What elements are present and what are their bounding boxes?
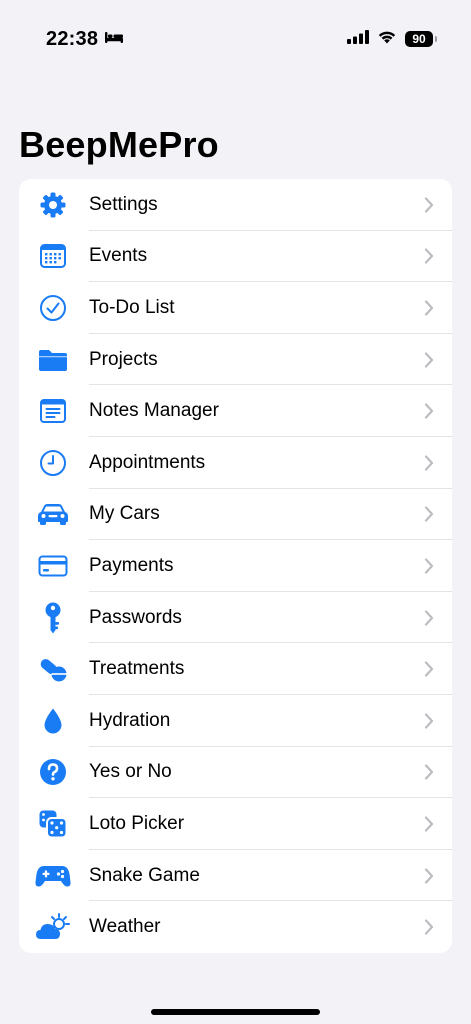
car-icon bbox=[35, 498, 71, 530]
battery-tip bbox=[435, 36, 437, 42]
menu-item-label: Settings bbox=[89, 193, 158, 215]
key-icon bbox=[35, 602, 71, 634]
menu-item-label: Payments bbox=[89, 554, 174, 576]
chevron-right-icon bbox=[424, 351, 434, 368]
menu-item-label: Loto Picker bbox=[89, 812, 185, 834]
chevron-right-icon bbox=[424, 816, 434, 832]
menu-item-payments[interactable]: Payments bbox=[19, 540, 452, 592]
chevron-right-icon bbox=[424, 558, 434, 574]
chevron-right-icon bbox=[424, 300, 434, 316]
menu-item-label: My Cars bbox=[89, 503, 160, 525]
status-bar: 22:38 90 bbox=[0, 0, 471, 76]
menu-item-my-cars[interactable]: My Cars bbox=[19, 489, 452, 541]
menu-item-settings[interactable]: Settings bbox=[19, 179, 452, 231]
battery-indicator: 90 bbox=[405, 31, 437, 47]
menu-item-loto-picker[interactable]: Loto Picker bbox=[19, 798, 452, 850]
menu-item-notes-manager[interactable]: Notes Manager bbox=[19, 385, 452, 437]
status-right-group: 90 bbox=[347, 28, 437, 50]
clock-icon bbox=[35, 447, 71, 479]
chevron-right-icon bbox=[424, 609, 434, 626]
calendar-icon bbox=[35, 240, 71, 272]
notes-icon bbox=[35, 395, 71, 427]
credit-card-icon bbox=[35, 550, 71, 582]
menu-item-label: Weather bbox=[89, 916, 161, 938]
folder-icon bbox=[35, 344, 71, 376]
menu-item-weather[interactable]: Weather bbox=[19, 901, 452, 953]
menu-item-label: Appointments bbox=[89, 451, 206, 473]
menu-item-label: Snake Game bbox=[89, 864, 200, 886]
chevron-right-icon bbox=[424, 764, 434, 780]
menu-item-label: Projects bbox=[89, 348, 158, 370]
menu-item-label: Treatments bbox=[89, 658, 185, 680]
status-time-group: 22:38 bbox=[46, 26, 124, 52]
bed-icon bbox=[104, 30, 124, 49]
chevron-right-icon bbox=[424, 867, 434, 884]
pills-icon bbox=[35, 653, 71, 685]
menu-item-appointments[interactable]: Appointments bbox=[19, 437, 452, 489]
chevron-right-icon bbox=[424, 403, 434, 419]
chevron-right-icon bbox=[424, 919, 434, 935]
menu-item-label: Yes or No bbox=[89, 761, 172, 783]
status-time: 22:38 bbox=[46, 27, 99, 50]
menu-item-label: Events bbox=[89, 245, 148, 267]
menu-item-projects[interactable]: Projects bbox=[19, 334, 452, 386]
chevron-right-icon bbox=[424, 713, 434, 729]
menu-list: Settings Events To-Do List Projects Note… bbox=[19, 179, 452, 953]
menu-item-snake-game[interactable]: Snake Game bbox=[19, 850, 452, 902]
chevron-right-icon bbox=[424, 248, 434, 264]
menu-item-todo-list[interactable]: To-Do List bbox=[19, 282, 452, 334]
home-indicator[interactable] bbox=[151, 1009, 320, 1015]
menu-item-label: Passwords bbox=[89, 606, 182, 628]
checkmark-circle-icon bbox=[35, 292, 71, 324]
dice-icon bbox=[35, 808, 71, 840]
cellular-signal-icon bbox=[347, 29, 369, 49]
menu-item-label: Hydration bbox=[89, 709, 171, 731]
menu-item-yes-or-no[interactable]: Yes or No bbox=[19, 747, 452, 799]
menu-item-label: To-Do List bbox=[89, 296, 175, 318]
menu-item-label: Notes Manager bbox=[89, 400, 219, 422]
chevron-right-icon bbox=[424, 506, 434, 522]
cloud-sun-icon bbox=[35, 911, 71, 943]
menu-item-events[interactable]: Events bbox=[19, 231, 452, 283]
menu-item-passwords[interactable]: Passwords bbox=[19, 592, 452, 644]
gear-icon bbox=[35, 189, 71, 221]
chevron-right-icon bbox=[424, 661, 434, 677]
battery-level: 90 bbox=[412, 32, 426, 46]
gamecontroller-icon bbox=[35, 860, 71, 892]
question-circle-icon bbox=[35, 756, 71, 788]
chevron-right-icon bbox=[424, 197, 434, 213]
wifi-icon bbox=[377, 29, 397, 49]
chevron-right-icon bbox=[424, 455, 434, 471]
water-drop-icon bbox=[35, 705, 71, 737]
page-title: BeepMePro bbox=[19, 124, 219, 165]
menu-item-treatments[interactable]: Treatments bbox=[19, 643, 452, 695]
menu-item-hydration[interactable]: Hydration bbox=[19, 695, 452, 747]
